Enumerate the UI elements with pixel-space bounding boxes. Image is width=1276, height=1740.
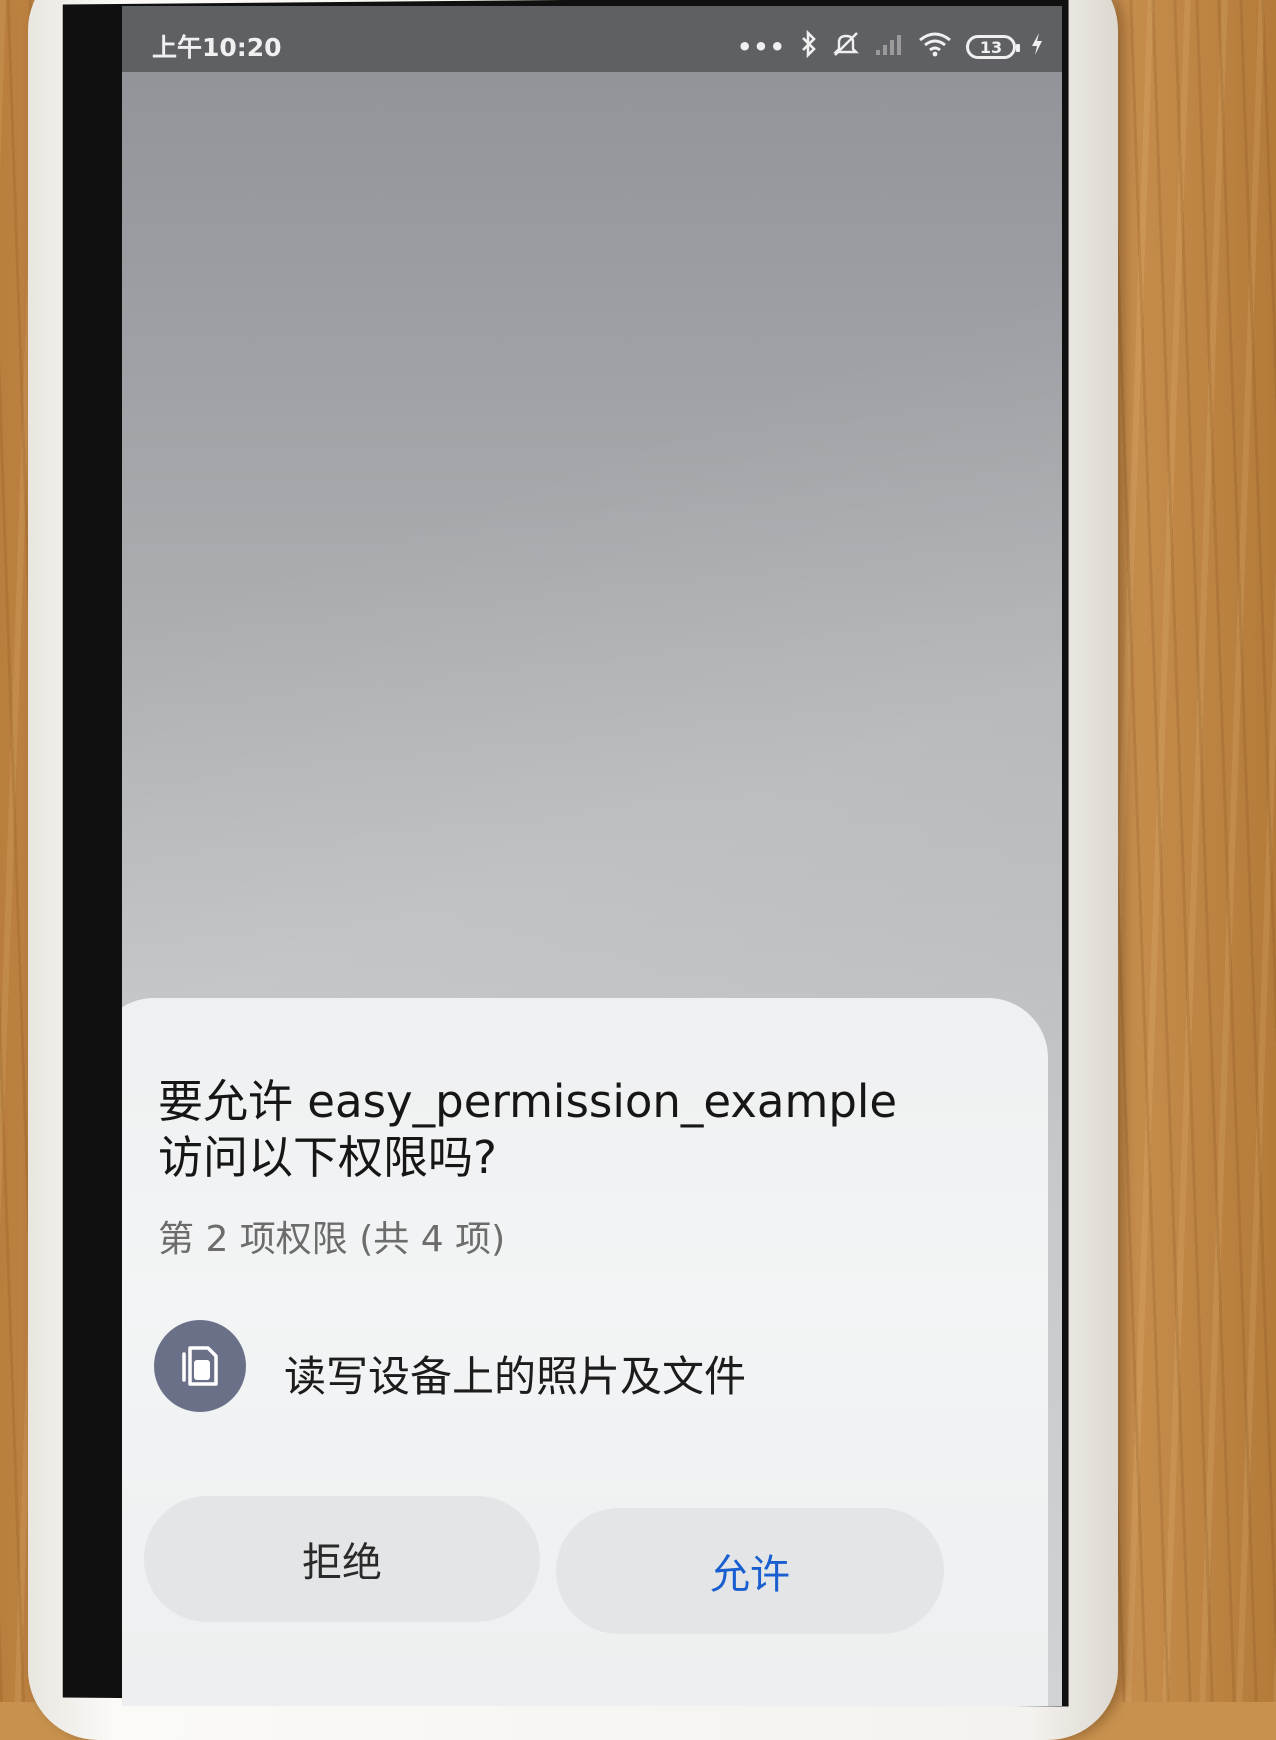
allow-button[interactable]: 允许: [556, 1508, 944, 1634]
signal-icon: [874, 32, 904, 62]
deny-button[interactable]: 拒绝: [144, 1496, 540, 1622]
battery-icon: 13: [966, 35, 1020, 59]
status-bar: 上午10:20 ••• 13: [122, 6, 1062, 72]
phone-screen: 上午10:20 ••• 13 要允许 easy_permission_examp…: [122, 6, 1062, 1706]
dialog-title: 要允许 easy_permission_example 访问以下权限吗?: [158, 1075, 898, 1184]
storage-icon: [154, 1320, 246, 1412]
permission-item: 读写设备上的照片及文件: [154, 1320, 746, 1412]
charging-icon: [1030, 32, 1044, 62]
more-notifications-icon: •••: [736, 33, 786, 61]
status-time: 上午10:20: [152, 33, 282, 62]
bluetooth-icon: [800, 29, 818, 64]
dialog-subtitle: 第 2 项权限 (共 4 项): [158, 1219, 506, 1260]
mute-icon: [832, 30, 860, 64]
permission-dialog: 要允许 easy_permission_example 访问以下权限吗? 第 2…: [122, 998, 1048, 1706]
wifi-icon: [918, 31, 952, 63]
permission-label: 读写设备上的照片及文件: [284, 1351, 747, 1401]
status-icons: ••• 13: [736, 29, 1044, 64]
